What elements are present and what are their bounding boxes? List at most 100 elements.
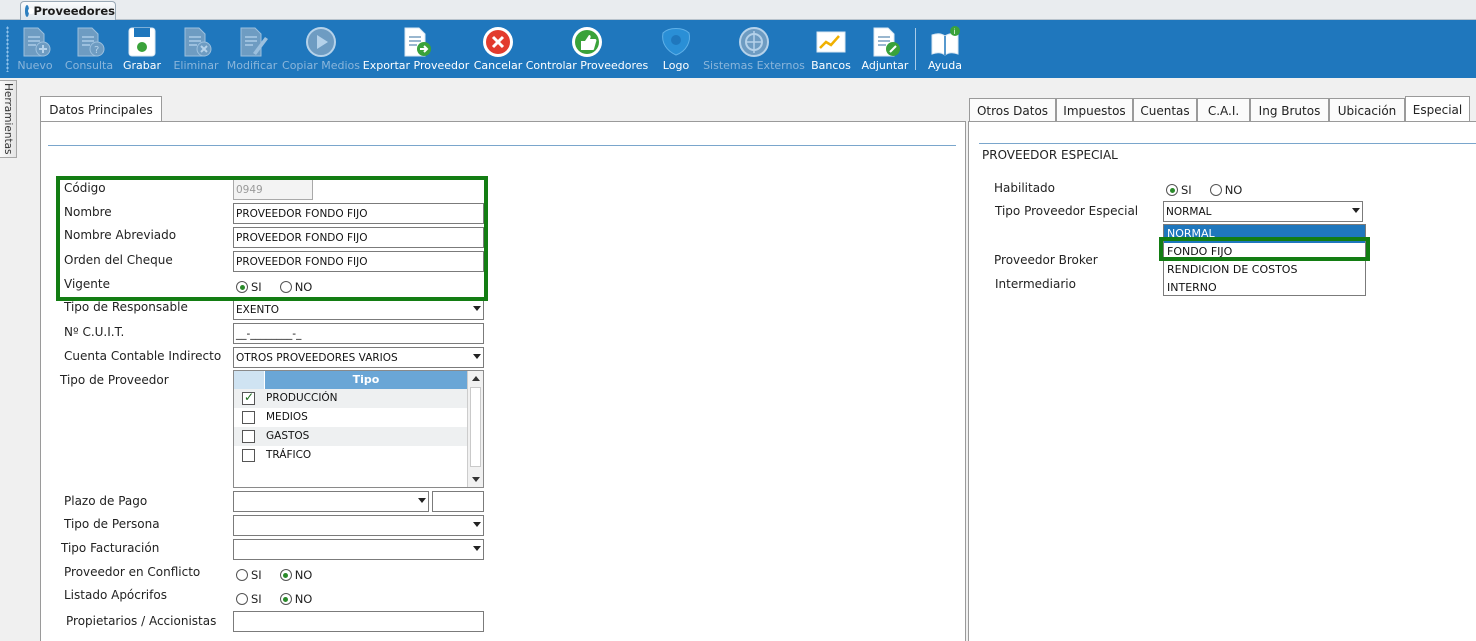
grid-column-header: Tipo: [265, 371, 467, 389]
table-row[interactable]: MEDIOS: [234, 408, 467, 427]
logo-icon: [662, 28, 690, 56]
option-interno[interactable]: INTERNO: [1164, 279, 1365, 297]
cuenta-contable-select[interactable]: OTROS PROVEEDORES VARIOS: [233, 347, 484, 368]
tab-proveedores[interactable]: Proveedores: [20, 1, 116, 20]
tab-label: Otros Datos: [976, 104, 1049, 118]
scroll-down-icon[interactable]: [472, 477, 480, 482]
plazo-pago-days-field[interactable]: [432, 491, 484, 512]
modify-button[interactable]: Modificar: [226, 20, 278, 78]
cancel-button[interactable]: Cancelar: [474, 20, 522, 78]
row-label: MEDIOS: [266, 411, 308, 423]
cancel-icon: [483, 27, 513, 57]
app-logo-icon: [25, 5, 36, 17]
tab-datos-principales[interactable]: Datos Principales: [40, 96, 162, 123]
export-provider-button-label: Exportar Proveedor: [362, 59, 470, 72]
export-document-icon: [404, 27, 431, 57]
gastos-checkbox[interactable]: [242, 430, 255, 443]
control-providers-button[interactable]: Controlar Proveedores: [526, 20, 648, 78]
tab-proveedores-label: Proveedores: [33, 4, 115, 18]
banks-button[interactable]: Bancos: [811, 20, 851, 78]
tab-cuentas[interactable]: Cuentas: [1133, 98, 1197, 123]
tipo-persona-select[interactable]: [233, 515, 484, 536]
apocrifos-si-label: SI: [251, 592, 262, 606]
produccion-checkbox[interactable]: [242, 390, 255, 405]
query-document-icon: ?: [77, 27, 105, 57]
help-button[interactable]: i Ayuda: [926, 20, 964, 78]
propietarios-field[interactable]: [233, 611, 484, 632]
apocrifos-no-radio[interactable]: [279, 593, 292, 605]
habilitado-label: Habilitado: [994, 181, 1056, 195]
section-title: PROVEEDOR ESPECIAL: [982, 148, 1118, 162]
tipo-especial-value: NORMAL: [1166, 206, 1212, 218]
side-tab-tools[interactable]: Herramientas: [0, 80, 17, 158]
habilitado-si-label: SI: [1181, 183, 1192, 197]
scroll-up-icon[interactable]: [472, 376, 480, 381]
grid-scrollbar[interactable]: [467, 371, 483, 487]
attach-button[interactable]: Adjuntar: [861, 20, 909, 78]
tipo-responsable-label: Tipo de Responsable: [64, 300, 188, 314]
trafico-checkbox[interactable]: [242, 449, 255, 462]
tipo-responsable-select[interactable]: EXENTO: [233, 299, 484, 320]
side-tab-label: Herramientas: [2, 83, 14, 155]
tipo-persona-label: Tipo de Persona: [64, 517, 160, 531]
tab-label: Especial: [1412, 103, 1463, 117]
save-button[interactable]: Grabar: [122, 20, 162, 78]
play-circle-icon: [306, 27, 336, 57]
conflicto-no-radio[interactable]: [279, 569, 292, 581]
external-systems-button[interactable]: Sistemas Externos: [703, 20, 805, 78]
table-row[interactable]: GASTOS: [234, 427, 467, 446]
table-row[interactable]: PRODUCCIÓN: [234, 389, 467, 408]
attach-document-icon: [873, 27, 900, 57]
chevron-down-icon: [473, 546, 481, 551]
conflicto-si-radio[interactable]: [236, 569, 248, 581]
chevron-down-icon: [473, 354, 481, 359]
cuit-field[interactable]: __-________-_: [233, 323, 484, 344]
cuenta-contable-label: Cuenta Contable Indirecto: [64, 349, 222, 363]
section-divider: [979, 143, 1476, 144]
thumbs-up-icon: [572, 27, 602, 57]
export-provider-button[interactable]: Exportar Proveedor: [362, 20, 470, 78]
delete-button-label: Eliminar: [173, 59, 219, 72]
medios-checkbox[interactable]: [242, 411, 255, 424]
toolbar-grip[interactable]: [6, 26, 9, 72]
tab-impuestos[interactable]: Impuestos: [1056, 98, 1133, 123]
apocrifos-si-radio[interactable]: [236, 593, 248, 605]
cancel-button-label: Cancelar: [473, 59, 523, 72]
tab-label: Ubicación: [1337, 104, 1397, 118]
delete-button[interactable]: Eliminar: [173, 20, 219, 78]
scroll-thumb[interactable]: [470, 387, 481, 467]
tab-datos-principales-label: Datos Principales: [49, 103, 153, 117]
plazo-pago-select[interactable]: [233, 491, 429, 512]
logo-button-label: Logo: [662, 59, 690, 72]
modify-button-label: Modificar: [226, 59, 278, 72]
tab-cai[interactable]: C.A.I.: [1197, 98, 1250, 123]
table-row[interactable]: TRÁFICO: [234, 446, 467, 465]
tab-ubicacion[interactable]: Ubicación: [1329, 98, 1405, 123]
tab-otros-datos[interactable]: Otros Datos: [969, 98, 1056, 123]
toolbar-separator: [915, 28, 916, 70]
tipo-facturacion-select[interactable]: [233, 539, 484, 560]
control-providers-button-label: Controlar Proveedores: [525, 59, 649, 72]
tipo-facturacion-label: Tipo Facturación: [61, 541, 160, 555]
new-document-icon: [23, 27, 51, 57]
listado-apocrifos-radio-group: SI NO: [236, 592, 330, 606]
tipo-especial-select[interactable]: NORMAL: [1163, 201, 1363, 222]
row-label: TRÁFICO: [266, 449, 312, 461]
section-divider: [48, 145, 956, 146]
tab-ing-brutos[interactable]: Ing Brutos: [1250, 98, 1329, 123]
intermediario-label: Intermediario: [995, 277, 1076, 291]
option-rendicion-costos[interactable]: RENDICION DE COSTOS: [1164, 261, 1365, 279]
chart-icon: [816, 31, 846, 53]
habilitado-si-radio[interactable]: [1166, 184, 1178, 196]
proveedor-conflicto-radio-group: SI NO: [236, 568, 330, 582]
tipo-proveedor-grid: Tipo PRODUCCIÓN MEDIOS GASTOS TRÁFICO: [233, 370, 484, 488]
chevron-down-icon: [418, 498, 426, 503]
tab-especial[interactable]: Especial: [1405, 96, 1470, 123]
listado-apocrifos-label: Listado Apócrifos: [64, 588, 167, 602]
new-button[interactable]: Nuevo: [16, 20, 54, 78]
habilitado-no-radio[interactable]: [1209, 184, 1222, 196]
logo-button[interactable]: Logo: [659, 20, 693, 78]
copy-media-button[interactable]: Copiar Medios: [282, 20, 360, 78]
edit-document-icon: [240, 27, 268, 57]
query-button[interactable]: ? Consulta: [65, 20, 113, 78]
